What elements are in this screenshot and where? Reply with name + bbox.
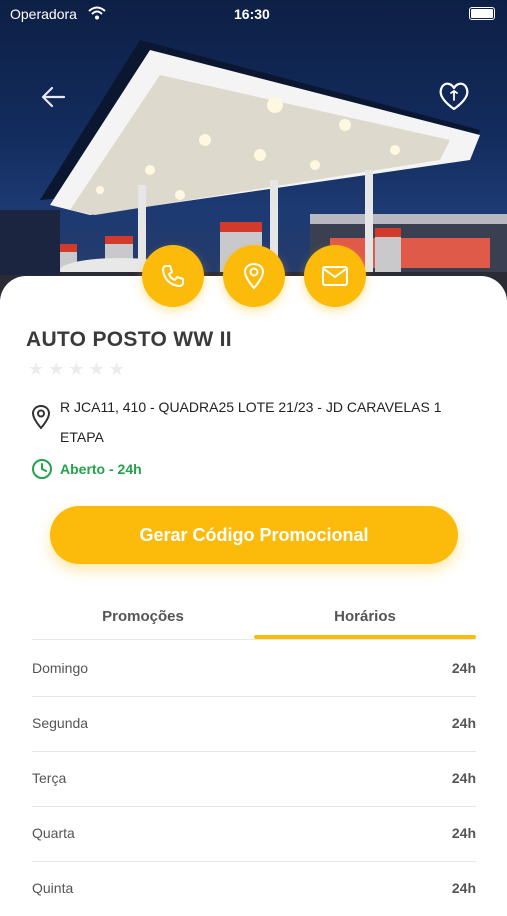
star-icon: ★ bbox=[108, 359, 125, 379]
star-icon: ★ bbox=[28, 359, 45, 379]
carrier-label: Operadora bbox=[10, 6, 77, 22]
location-pin-icon bbox=[243, 262, 265, 290]
star-icon: ★ bbox=[88, 359, 105, 379]
generate-promo-code-button[interactable]: Gerar Código Promocional bbox=[50, 506, 458, 564]
map-pin-icon bbox=[31, 404, 51, 430]
schedule-day: Quarta bbox=[32, 825, 75, 841]
schedule-row: Terça 24h bbox=[32, 751, 476, 807]
clock-icon bbox=[32, 459, 52, 479]
tab-promocoes[interactable]: Promoções bbox=[32, 608, 254, 625]
wifi-icon bbox=[88, 6, 106, 20]
rating-stars: ★ ★ ★ ★ ★ bbox=[28, 360, 125, 378]
schedule-day: Domingo bbox=[32, 660, 89, 676]
status-bar: Operadora 16:30 bbox=[0, 0, 507, 28]
open-status: Aberto - 24h bbox=[60, 461, 142, 477]
star-icon: ★ bbox=[48, 359, 65, 379]
schedule-hours: 24h bbox=[451, 770, 476, 786]
schedule-hours: 24h bbox=[451, 825, 476, 841]
schedule-row: Quarta 24h bbox=[32, 806, 476, 862]
tabs-divider bbox=[32, 639, 476, 640]
schedule-hours: 24h bbox=[451, 660, 476, 676]
schedule-hours: 24h bbox=[451, 880, 476, 896]
heart-icon[interactable] bbox=[436, 78, 472, 114]
clock-time: 16:30 bbox=[234, 6, 270, 22]
schedule-day: Terça bbox=[32, 770, 67, 786]
schedule-day: Quinta bbox=[32, 880, 74, 896]
phone-icon bbox=[162, 265, 184, 287]
schedule-day: Segunda bbox=[32, 715, 89, 731]
station-name: AUTO POSTO WW II bbox=[26, 328, 232, 351]
station-address: R JCA11, 410 - QUADRA25 LOTE 21/23 - JD … bbox=[60, 399, 442, 445]
map-button[interactable] bbox=[223, 245, 285, 307]
battery-icon bbox=[469, 7, 495, 20]
mail-icon bbox=[322, 266, 348, 286]
tab-horarios[interactable]: Horários bbox=[254, 608, 476, 625]
schedule-hours: 24h bbox=[451, 715, 476, 731]
schedule-row: Quinta 24h bbox=[32, 861, 476, 916]
back-arrow-icon[interactable] bbox=[36, 80, 70, 114]
active-tab-indicator bbox=[254, 635, 476, 639]
call-button[interactable] bbox=[142, 245, 204, 307]
schedule-row: Domingo 24h bbox=[32, 641, 476, 697]
star-icon: ★ bbox=[68, 359, 85, 379]
email-button[interactable] bbox=[304, 245, 366, 307]
schedule-row: Segunda 24h bbox=[32, 696, 476, 752]
